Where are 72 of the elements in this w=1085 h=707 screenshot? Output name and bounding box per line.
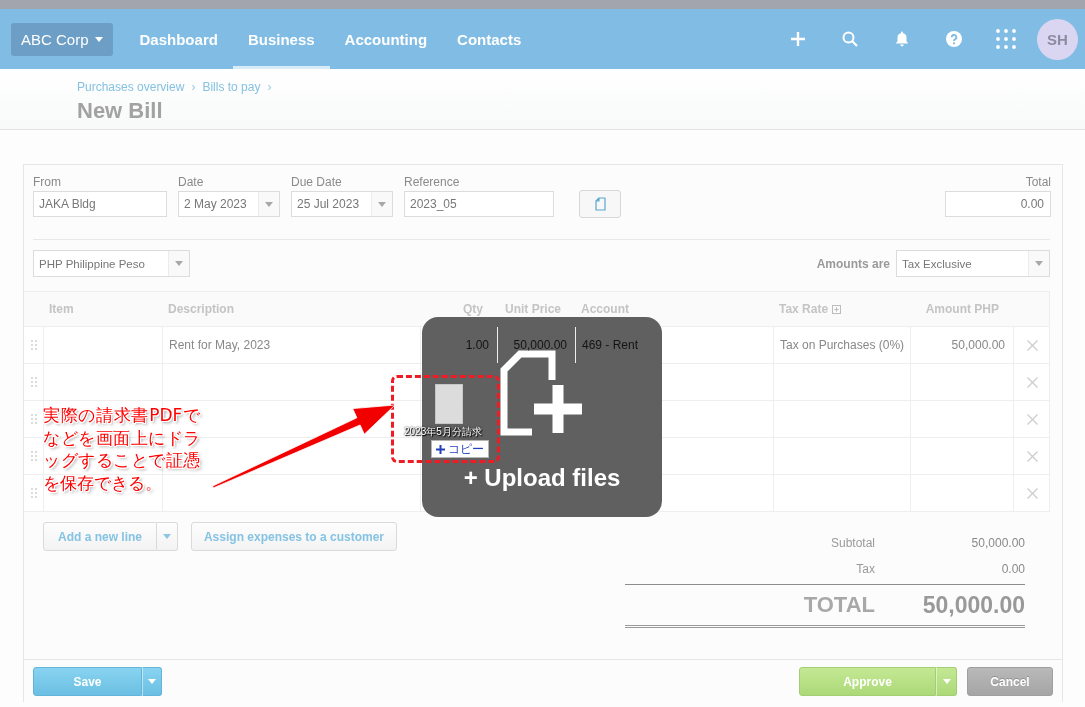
field-label: Total [1025, 175, 1051, 189]
field-label: From [33, 175, 62, 189]
copy-label: コピー [448, 440, 484, 458]
caret-icon [148, 679, 156, 684]
approve-button[interactable]: Approve [799, 667, 936, 696]
total-field[interactable]: 0.00 [945, 191, 1051, 217]
caret-icon [942, 679, 951, 684]
breadcrumb-link[interactable]: Bills to pay [202, 80, 261, 94]
drag-handle-icon[interactable] [30, 451, 37, 461]
nav-tab[interactable]: Dashboard [124, 9, 233, 69]
apps-grid-icon[interactable] [996, 29, 1016, 49]
table-cell[interactable]: Rent for May, 2023 [162, 327, 420, 363]
file-plus-icon [500, 350, 584, 436]
field-label: Reference [404, 175, 461, 189]
total-label: TOTAL [802, 592, 875, 618]
cross-icon[interactable] [1026, 450, 1038, 462]
add-line-button[interactable]: Add a new line [43, 522, 157, 551]
drag-handle-icon[interactable] [30, 377, 37, 387]
field-label: Amounts are [816, 256, 890, 271]
tax-mode-dropdown[interactable]: Tax Exclusive [896, 250, 1050, 277]
upload-label: + Upload files [463, 464, 621, 492]
add-line-options-button[interactable] [157, 522, 178, 551]
plus-icon [436, 444, 445, 454]
caret-icon [94, 36, 103, 42]
assign-expenses-button[interactable]: Assign expenses to a customer [191, 522, 397, 551]
cross-icon[interactable] [1026, 376, 1038, 388]
save-button[interactable]: Save [33, 667, 142, 696]
nav-tab[interactable]: Accounting [329, 9, 443, 69]
breadcrumb-separator: › [191, 80, 196, 94]
user-avatar[interactable]: SH [1037, 18, 1078, 60]
search-icon[interactable] [842, 31, 858, 47]
breadcrumb-link[interactable]: Purchases overview [77, 80, 185, 94]
input-field[interactable]: JAKA Bldg [33, 191, 167, 217]
tax-value: 0.00 [1000, 562, 1025, 576]
table-cell[interactable]: 50,000.00 [910, 327, 1013, 363]
field-label: Date [178, 175, 205, 189]
nav-tab[interactable]: Contacts [442, 9, 537, 69]
input-field[interactable]: 2023_05 [404, 191, 554, 217]
tax-label: Tax [855, 562, 875, 576]
field-label: Due Date [291, 175, 343, 189]
dropdown-field[interactable]: 2 May 2023 [178, 191, 280, 217]
attach-file-button[interactable] [579, 190, 621, 218]
plus-square-icon[interactable] [832, 304, 842, 314]
annotation-text: 実際の請求書PDFでなどを画面上にドラッグすることで証憑を保存できる。 [43, 404, 200, 494]
total-value: 50,000.00 [921, 591, 1025, 619]
cross-icon[interactable] [1026, 487, 1038, 499]
document-icon [435, 384, 463, 424]
organization-switcher[interactable]: ABC Corp [11, 22, 113, 56]
drag-handle-icon[interactable] [30, 340, 37, 350]
page-title: New Bill [77, 98, 163, 124]
cancel-button[interactable]: Cancel [967, 667, 1053, 696]
document-icon [594, 197, 606, 211]
cross-icon[interactable] [1026, 339, 1038, 351]
caret-icon [175, 261, 183, 266]
approve-options-button[interactable] [936, 667, 957, 696]
cross-icon[interactable] [1026, 413, 1038, 425]
help-icon[interactable] [946, 31, 962, 47]
drag-handle-icon[interactable] [30, 488, 37, 498]
caret-icon [163, 534, 171, 539]
subtotal-value: 50,000.00 [970, 536, 1025, 550]
plus-icon[interactable] [791, 32, 805, 46]
caret-icon [378, 201, 386, 207]
caret-icon [1035, 261, 1043, 266]
currency-dropdown[interactable]: PHP Philippine Peso [33, 250, 190, 277]
caret-icon [265, 201, 273, 207]
drag-handle-icon[interactable] [30, 414, 37, 424]
subtotal-label: Subtotal [829, 536, 875, 550]
bell-icon[interactable] [895, 31, 909, 47]
dropdown-field[interactable]: 25 Jul 2023 [291, 191, 393, 217]
save-options-button[interactable] [142, 667, 162, 696]
table-cell[interactable]: Tax on Purchases (0%) [773, 327, 910, 363]
breadcrumb-separator: › [267, 80, 272, 94]
